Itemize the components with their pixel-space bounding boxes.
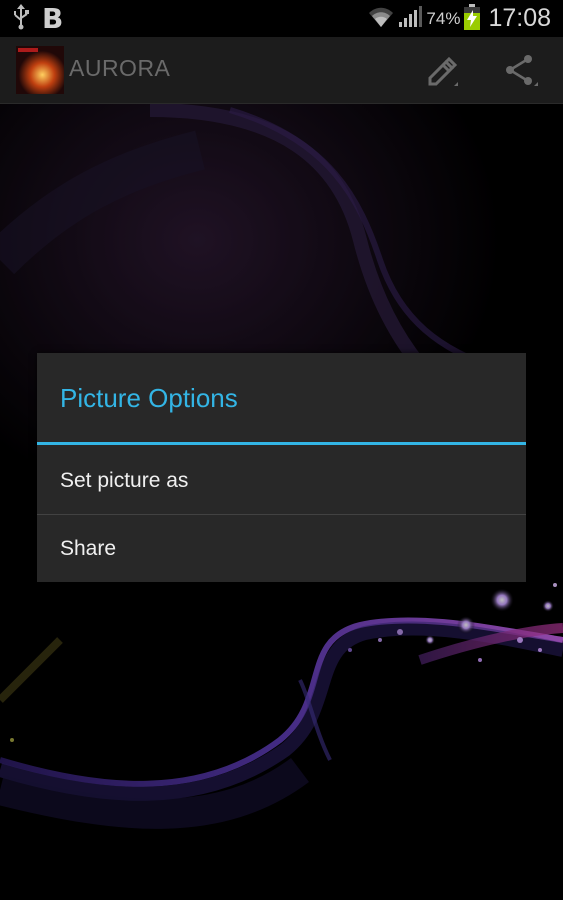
set-picture-as-option[interactable]: Set picture as <box>37 447 526 514</box>
edit-button[interactable] <box>416 45 468 95</box>
picture-options-dialog: Picture Options Set picture as Share <box>37 353 526 582</box>
clock: 17:08 <box>488 4 551 32</box>
action-bar: AURORA <box>0 37 563 104</box>
share-option[interactable]: Share <box>37 515 526 582</box>
app-thumbnail-icon <box>16 46 64 94</box>
share-icon <box>506 55 538 86</box>
app-icon[interactable] <box>16 46 64 94</box>
battery-charging-icon <box>464 3 481 34</box>
status-bar: B 74% 17:08 <box>0 0 563 37</box>
screen: B 74% 17:08 AURORA Picture Options Set p… <box>0 0 563 900</box>
dialog-title-divider <box>37 442 526 445</box>
usb-icon <box>12 3 30 34</box>
app-title: AURORA <box>69 55 171 81</box>
signal-icon <box>398 5 423 32</box>
dialog-title: Picture Options <box>60 383 238 413</box>
share-button[interactable] <box>494 45 546 95</box>
battery-percent: 74% <box>426 8 461 28</box>
b-app-icon: B <box>42 2 64 35</box>
wifi-icon <box>368 5 394 33</box>
pencil-icon <box>428 56 458 86</box>
